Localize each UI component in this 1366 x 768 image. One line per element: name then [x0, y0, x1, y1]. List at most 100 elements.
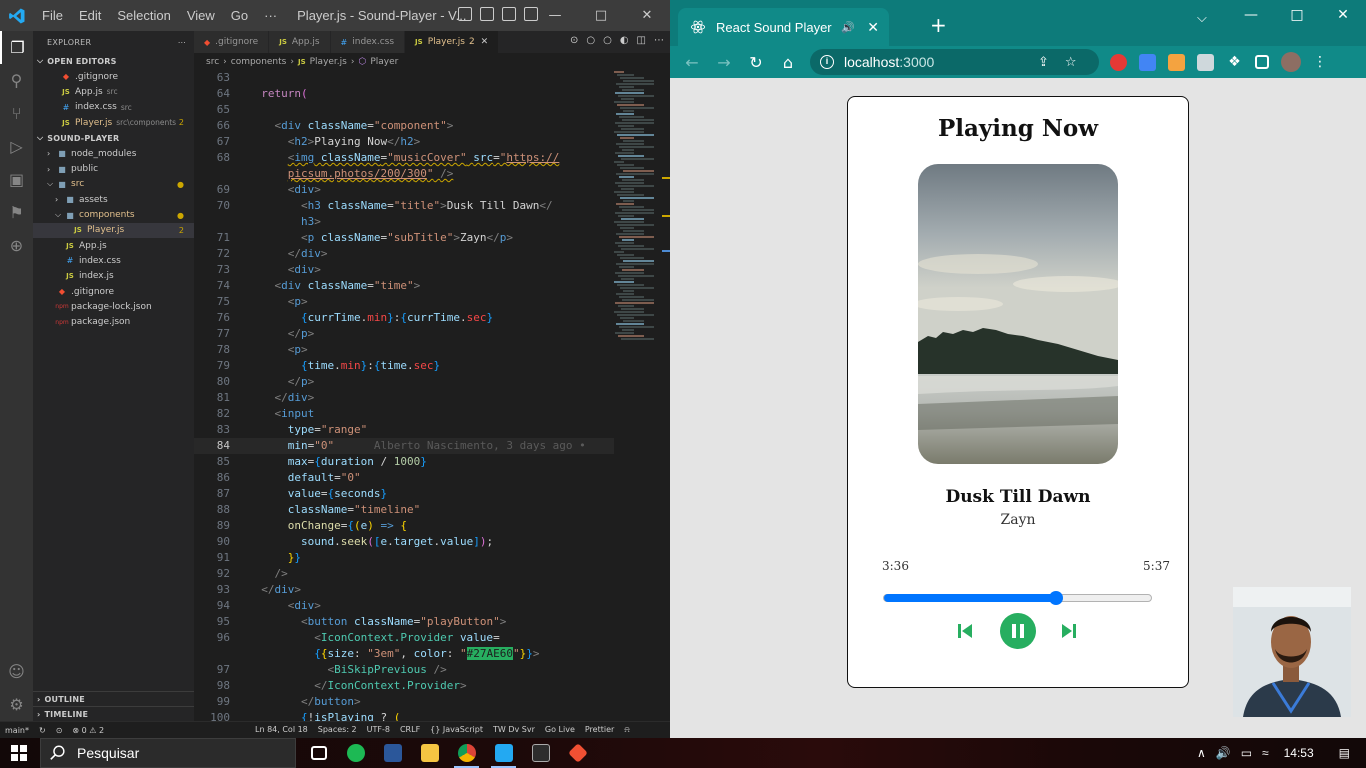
terminal-icon[interactable] — [522, 738, 559, 768]
prettier-status[interactable]: Prettier — [580, 725, 619, 735]
back-icon[interactable]: ← — [676, 53, 708, 72]
browser-close-button[interactable]: ✕ — [1320, 0, 1366, 30]
eol-status[interactable]: CRLF — [395, 725, 425, 735]
tree-file[interactable]: npm package.json — [33, 314, 194, 329]
audio-playing-icon[interactable]: 🔊 — [841, 21, 855, 34]
breadcrumb-item[interactable]: Player — [370, 57, 398, 67]
explorer-icon[interactable]: ❐ — [0, 31, 33, 64]
tree-file[interactable]: JS Player.js 2 — [33, 222, 194, 238]
open-editors-section[interactable]: ⌵ OPEN EDITORS — [33, 53, 194, 69]
side-panel-icon[interactable] — [1255, 55, 1269, 69]
chrome-icon[interactable] — [448, 738, 485, 768]
extensions-puzzle-icon[interactable]: ❖ — [1226, 54, 1243, 71]
extension-window-icon[interactable] — [1197, 53, 1214, 71]
open-editor-item[interactable]: # index.css src — [33, 100, 194, 115]
word-icon[interactable] — [374, 738, 411, 768]
search-icon[interactable]: ⚲ — [0, 64, 33, 97]
tab-app-js[interactable]: JS App.js — [269, 31, 331, 53]
taskbar-search-box[interactable]: Pesquisar — [40, 738, 296, 768]
menu-go[interactable]: Go — [223, 8, 256, 23]
battery-icon[interactable]: ▭ — [1236, 746, 1257, 760]
tree-file[interactable]: ◆ .gitignore — [33, 284, 194, 299]
indent-status[interactable]: Spaces: 2 — [313, 725, 362, 735]
editor-scrollbar[interactable] — [662, 70, 670, 721]
run-debug-icon[interactable]: ▷ — [0, 130, 33, 163]
minimize-button[interactable]: — — [532, 0, 578, 31]
profile-avatar[interactable] — [1281, 52, 1301, 72]
timeline-thumb[interactable] — [1049, 591, 1064, 605]
clock[interactable]: 14:53 — [1274, 746, 1334, 760]
browser-maximize-button[interactable]: □ — [1274, 0, 1320, 30]
breadcrumb-item[interactable]: components — [231, 57, 287, 67]
spotify-icon[interactable] — [337, 738, 374, 768]
reload-icon[interactable]: ↻ — [740, 53, 772, 72]
menu-more[interactable]: ··· — [256, 8, 285, 23]
tab-search-icon[interactable]: ⌵ — [1197, 11, 1207, 26]
tab-index-css[interactable]: # index.css — [330, 31, 406, 53]
file-explorer-icon[interactable] — [411, 738, 448, 768]
google-translate-icon[interactable] — [1139, 53, 1156, 71]
tree-file[interactable]: JS App.js — [33, 238, 194, 253]
notifications-icon[interactable]: ⍾ — [619, 725, 634, 735]
tree-folder[interactable]: › ■ node_modules — [33, 146, 194, 161]
account-icon[interactable]: ☺ — [0, 655, 33, 688]
open-editor-item[interactable]: JS Player.js src\components 2 — [33, 115, 194, 130]
sync-icon[interactable]: ↻ — [34, 726, 51, 735]
tw-status[interactable]: TW Dv Svr — [488, 725, 540, 735]
code-area[interactable]: 63 64 return( 65 66 <div className="comp… — [194, 70, 614, 721]
close-tab-icon[interactable]: ✕ — [867, 19, 879, 36]
menu-edit[interactable]: Edit — [71, 8, 109, 23]
browser-minimize-button[interactable]: — — [1228, 0, 1274, 30]
bookmark-star-icon[interactable]: ☆ — [1065, 55, 1077, 70]
git-kraken-icon[interactable] — [559, 738, 596, 768]
browser-menu-icon[interactable]: ⋮ — [1313, 54, 1327, 70]
go-forward-icon[interactable]: ○ — [603, 35, 612, 46]
more-actions-icon[interactable]: ⋯ — [654, 35, 664, 46]
go-live-button[interactable]: Go Live — [540, 725, 580, 735]
extension-red-icon[interactable] — [1110, 53, 1127, 71]
home-icon[interactable]: ⌂ — [772, 53, 804, 72]
language-mode[interactable]: {} JavaScript — [425, 725, 488, 735]
tree-folder[interactable]: › ■ assets — [33, 192, 194, 207]
close-icon[interactable]: ✕ — [481, 37, 489, 47]
tab-player-js[interactable]: JS Player.js 2 ✕ — [405, 31, 500, 53]
menu-view[interactable]: View — [179, 8, 223, 23]
source-control-icon[interactable]: ⑂ — [0, 97, 33, 130]
breadcrumb-item[interactable]: Player.js — [310, 57, 347, 67]
split-editor-icon[interactable]: ◫ — [637, 35, 646, 46]
explorer-more-icon[interactable]: ⋯ — [178, 38, 186, 47]
git-graph-icon[interactable]: ⊕ — [0, 229, 33, 262]
vscode-taskbar-icon[interactable] — [485, 738, 522, 768]
tree-file[interactable]: JS index.js — [33, 269, 194, 284]
task-view-icon[interactable] — [300, 738, 337, 768]
toggle-secondary-sidebar-icon[interactable] — [502, 7, 516, 21]
outline-section[interactable]: › OUTLINE — [33, 691, 194, 706]
tree-folder[interactable]: ⌵ ■ src ● — [33, 177, 194, 192]
cursor-position[interactable]: Ln 84, Col 18 — [250, 725, 313, 735]
volume-icon[interactable]: 🔊 — [1211, 746, 1236, 760]
notifications-center-icon[interactable]: ▤ — [1334, 746, 1366, 760]
toggle-panel-icon[interactable] — [480, 7, 494, 21]
toggle-sidebar-icon[interactable] — [458, 7, 472, 21]
remote-icon[interactable]: ⊙ — [51, 726, 68, 735]
skip-previous-button[interactable] — [954, 613, 976, 649]
timeline-slider[interactable] — [883, 591, 1152, 605]
menu-file[interactable]: File — [34, 8, 71, 23]
maximize-button[interactable]: □ — [578, 0, 624, 31]
timeline-section[interactable]: › TIMELINE — [33, 706, 194, 721]
extension-orange-icon[interactable] — [1168, 53, 1185, 71]
tab-gitignore[interactable]: ◆ .gitignore — [194, 31, 270, 53]
branch-status[interactable]: main* — [0, 726, 34, 735]
menu-selection[interactable]: Selection — [109, 8, 178, 23]
start-windows-icon[interactable] — [11, 745, 27, 761]
git-compare-icon[interactable]: ⊙ — [570, 35, 578, 46]
problems-status[interactable]: ⊗ 0 ⚠ 2 — [67, 726, 109, 735]
wifi-icon[interactable]: ≈ — [1257, 746, 1274, 760]
tree-folder[interactable]: › ■ public — [33, 161, 194, 176]
project-section[interactable]: ⌵ SOUND-PLAYER — [33, 130, 194, 146]
close-button[interactable]: ✕ — [624, 0, 670, 31]
forward-icon[interactable]: → — [708, 53, 740, 72]
tree-file[interactable]: # index.css — [33, 253, 194, 268]
minimap[interactable] — [614, 70, 662, 370]
encoding-status[interactable]: UTF-8 — [362, 725, 395, 735]
